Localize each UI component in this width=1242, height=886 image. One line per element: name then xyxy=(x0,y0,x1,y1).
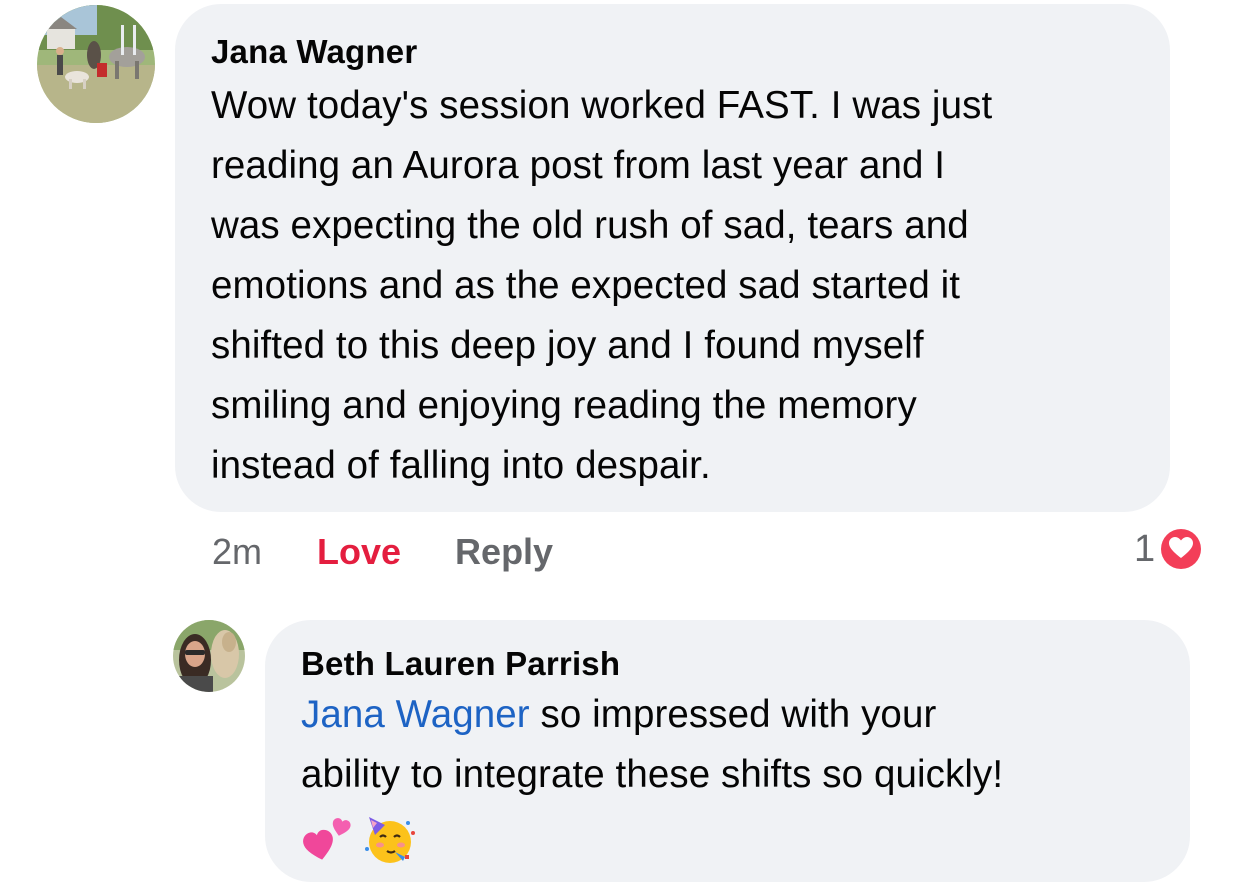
reaction-count: 1 xyxy=(1134,527,1156,570)
avatar-jana-wagner[interactable] xyxy=(37,5,155,123)
comment-timestamp[interactable]: 2m xyxy=(212,531,262,573)
partying-face-icon xyxy=(365,817,415,863)
love-button[interactable]: Love xyxy=(317,531,401,573)
comment-bubble: Jana Wagner Wow today's session worked F… xyxy=(175,4,1170,512)
comment-text-line: ability to integrate these shifts so qui… xyxy=(301,753,1004,796)
comment-text-line: smiling and enjoying reading the memory xyxy=(211,384,917,427)
avatar-photo-woman-horse xyxy=(173,620,245,692)
comment-author[interactable]: Beth Lauren Parrish xyxy=(301,644,1154,684)
emoji-row xyxy=(301,811,1154,867)
comment-text-line: shifted to this deep joy and I found mys… xyxy=(211,324,924,367)
reply-button[interactable]: Reply xyxy=(455,531,553,573)
comment-text: Wow today's session worked FAST. I was j… xyxy=(211,76,1134,496)
comment-text-fragment: so impressed with your xyxy=(529,693,937,736)
comment-text: Jana Wagner so impressed with your abili… xyxy=(301,685,1154,805)
comment-text-line: Jana Wagner so impressed with your xyxy=(301,685,1154,745)
heart-icon xyxy=(1159,527,1204,571)
reply-bubble: Beth Lauren Parrish Jana Wagner so impre… xyxy=(265,620,1190,882)
avatar-photo-horses xyxy=(37,5,155,123)
two-hearts-icon xyxy=(303,818,351,860)
comment-text-line: instead of falling into despair. xyxy=(211,444,711,487)
avatar-beth-lauren-parrish[interactable] xyxy=(173,620,245,692)
mention-link[interactable]: Jana Wagner xyxy=(301,693,530,736)
comment-text-line: emotions and as the expected sad started… xyxy=(211,264,961,307)
reaction-summary[interactable]: 1 xyxy=(1134,524,1205,574)
comment-text-line: Wow today's session worked FAST. I was j… xyxy=(211,84,993,127)
comment-text-line: was expecting the old rush of sad, tears… xyxy=(211,204,969,247)
comment-actions: 2m Love Reply xyxy=(212,528,553,576)
comment-text-line: reading an Aurora post from last year an… xyxy=(211,144,946,187)
comment-author[interactable]: Jana Wagner xyxy=(211,32,1134,72)
